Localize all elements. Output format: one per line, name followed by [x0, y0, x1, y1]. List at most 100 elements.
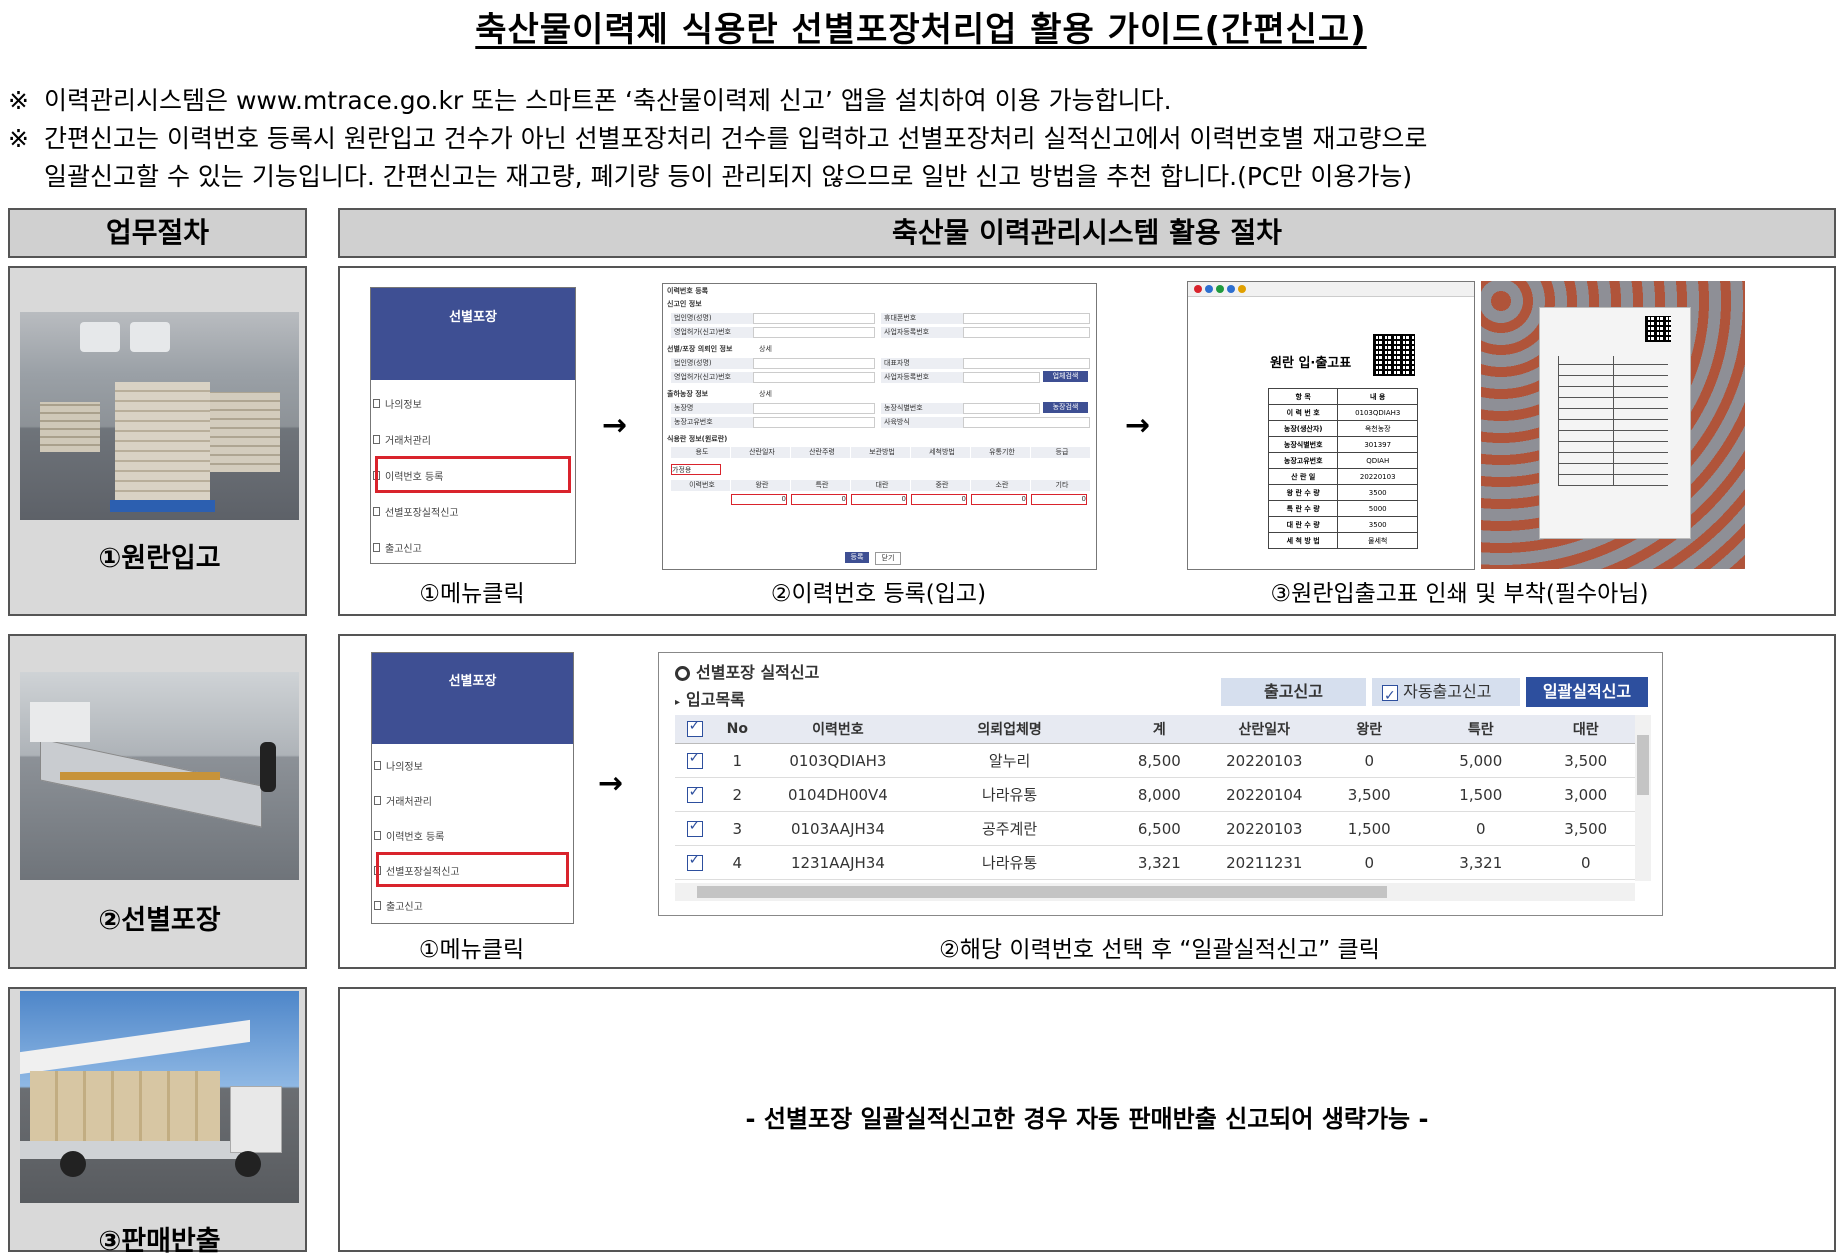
form-same-check[interactable]: 상세: [759, 344, 772, 354]
table-cell: 3,321: [1103, 845, 1216, 880]
row-checkbox[interactable]: [686, 784, 703, 803]
receiving-list-table: No이력번호의뢰업체명계산란일자왕란특란대란10103QDIAH3알누리8,50…: [675, 715, 1635, 880]
arrow-icon: →: [598, 766, 624, 801]
menu-item-shipment[interactable]: 출고신고: [372, 898, 423, 913]
register-button[interactable]: 등록: [845, 552, 869, 563]
column-header[interactable]: 의뢰업체명: [915, 715, 1104, 744]
row-checkbox[interactable]: [686, 750, 703, 769]
table-cell: 3,500: [1536, 743, 1635, 778]
form-input[interactable]: [963, 372, 1040, 383]
table-cell: 20220103: [1215, 811, 1314, 846]
menu-item-partners[interactable]: 거래처관리: [371, 432, 431, 447]
slip-row: 특 란 수 량 5000: [1267, 500, 1418, 517]
scrollbar-thumb[interactable]: [1637, 735, 1649, 795]
egg-count-input[interactable]: 0: [791, 494, 847, 505]
row-checkbox[interactable]: [686, 818, 703, 837]
egg-column-label: 유통기한: [971, 447, 1030, 458]
caption-menu-click: ①메뉴클릭: [418, 937, 525, 963]
column-header[interactable]: 대란: [1536, 715, 1635, 744]
egg-column-label: 이력번호: [671, 480, 730, 491]
form-label: 휴대폰번호: [881, 313, 964, 324]
egg-column-label: 기타: [1031, 480, 1090, 491]
horizontal-scrollbar[interactable]: [675, 883, 1635, 901]
form-input[interactable]: [963, 403, 1040, 414]
slip-cell: 농장(생산자): [1267, 420, 1339, 437]
bulk-report-button[interactable]: 일괄실적신고: [1526, 677, 1648, 707]
slip-header-cell: 내 용: [1337, 388, 1418, 405]
auto-shipment-toggle[interactable]: 자동출고신고: [1372, 678, 1520, 710]
highlight-box: [376, 852, 569, 887]
close-button[interactable]: 닫기: [875, 552, 901, 565]
table-cell: 0: [1536, 845, 1635, 880]
farm-search-button[interactable]: 농장검색: [1043, 402, 1088, 413]
slip-cell: 3500: [1337, 516, 1418, 533]
table-cell: 5,000: [1425, 743, 1537, 778]
egg-count-input[interactable]: 0: [971, 494, 1027, 505]
slip-row: 산 란 일 20220103: [1267, 468, 1418, 485]
column-header[interactable]: 특란: [1425, 715, 1537, 744]
menu-item-partners[interactable]: 거래처관리: [372, 793, 432, 808]
table-row[interactable]: 20104DH00V4나라유통8,000202201043,5001,5003,…: [675, 777, 1635, 812]
auto-shipment-checkbox[interactable]: [1382, 682, 1398, 710]
form-input[interactable]: [753, 358, 875, 369]
form-input[interactable]: [753, 417, 875, 428]
viewer-toolbar[interactable]: [1188, 282, 1474, 297]
form-input[interactable]: [963, 417, 1090, 428]
table-cell: 6,500: [1103, 811, 1216, 846]
table-row[interactable]: 41231AAJH34나라유통3,3212021123103,3210: [675, 845, 1635, 880]
form-label: 사업자등록번호: [881, 372, 964, 383]
row3-content: - 선별포장 일괄실적신고한 경우 자동 판매반출 신고되어 생략가능 -: [338, 987, 1836, 1252]
form-label: 사업자등록번호: [881, 327, 964, 338]
column-header[interactable]: No: [714, 715, 761, 744]
select-all-checkbox[interactable]: [686, 718, 703, 737]
menu-item-my-info[interactable]: 나의정보: [372, 758, 423, 773]
form-input[interactable]: [753, 313, 875, 324]
row-checkbox[interactable]: [686, 852, 703, 871]
column-header[interactable]: 이력번호: [760, 715, 916, 744]
table-cell: 1,500: [1313, 811, 1426, 846]
menu-item-shipment[interactable]: 출고신고: [371, 540, 422, 555]
column-header[interactable]: 산란일자: [1215, 715, 1314, 744]
table-cell: 3,500: [1536, 811, 1635, 846]
form-input[interactable]: [753, 327, 875, 338]
form-input[interactable]: [963, 313, 1090, 324]
panel-title-text: 선별포장 실적신고: [696, 663, 820, 682]
form-label: 대표자명: [881, 358, 964, 369]
header-procedure: 업무절차: [8, 208, 307, 258]
egg-count-input[interactable]: 0: [1031, 494, 1087, 505]
menu-item-trace-register[interactable]: 이력번호 등록: [372, 828, 444, 843]
table-cell: 1,500: [1425, 777, 1537, 812]
slip-cell: 농장식별번호: [1267, 436, 1339, 453]
column-header[interactable]: 계: [1103, 715, 1216, 744]
panel-title: 선별포장 실적신고: [675, 659, 819, 683]
scrollbar-thumb[interactable]: [697, 886, 1387, 898]
egg-column-label: 세척방법: [911, 447, 970, 458]
table-row[interactable]: 30103AAJH34공주계란6,500202201031,50003,500: [675, 811, 1635, 846]
list-title-text: 입고목록: [686, 690, 745, 709]
shipment-report-button[interactable]: 출고신고: [1221, 678, 1366, 706]
menu-item-sorting-report[interactable]: 선별포장실적신고: [371, 504, 459, 519]
slip-row: 이 력 번 호 0103QDIAH3: [1267, 404, 1418, 421]
menu-item-my-info[interactable]: 나의정보: [371, 396, 422, 411]
company-search-button[interactable]: 업체검색: [1043, 371, 1088, 382]
egg-count-input[interactable]: 0: [851, 494, 907, 505]
note-line-2b: 일괄신고할 수 있는 기능입니다. 간편신고는 재고량, 폐기량 등이 관리되지…: [44, 162, 1413, 191]
slip-lines: [1558, 356, 1668, 486]
egg-count-input[interactable]: 0: [911, 494, 967, 505]
form-input[interactable]: [753, 372, 875, 383]
form-input[interactable]: [963, 358, 1090, 369]
form-input[interactable]: [753, 403, 875, 414]
auto-shipment-label: 자동출고신고: [1403, 682, 1492, 701]
table-row[interactable]: 10103QDIAH3알누리8,5002022010305,0003,500: [675, 743, 1635, 778]
egg-count-input[interactable]: 0: [731, 494, 787, 505]
form-input[interactable]: [963, 327, 1090, 338]
step-label-receiving: ①원란입고: [98, 543, 221, 574]
vertical-scrollbar[interactable]: [1635, 715, 1651, 881]
form-section-reporter: 신고인 정보: [667, 300, 702, 308]
use-select[interactable]: 가정용: [671, 464, 721, 475]
slip-cell: 이 력 번 호: [1267, 404, 1339, 421]
slip-cell: 왕 란 수 량: [1267, 484, 1339, 501]
form-same-check[interactable]: 상세: [759, 389, 772, 399]
column-header[interactable]: 왕란: [1313, 715, 1426, 744]
truck-photo: [20, 991, 299, 1203]
